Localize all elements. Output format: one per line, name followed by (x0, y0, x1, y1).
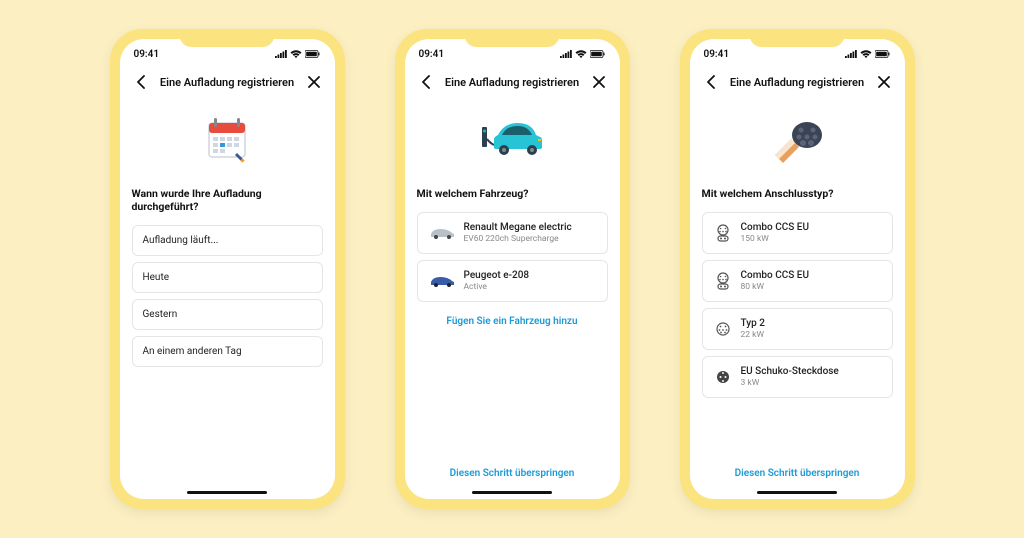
vehicle-name: Peugeot e-208 (464, 270, 597, 281)
question-text: Wann wurde Ihre Aufladung durchgeführt? (132, 187, 323, 213)
status-icons (845, 50, 891, 58)
back-button[interactable] (132, 73, 150, 91)
home-indicator (472, 491, 552, 495)
connector-power: 22 kW (741, 330, 882, 340)
phone-mock-1: 09:41 Eine Aufladung registrieren (110, 29, 345, 509)
option-today[interactable]: Heute (132, 262, 323, 293)
connector-option[interactable]: Combo CCS EU 150 kW (702, 212, 893, 254)
page-title: Eine Aufladung registrieren (720, 76, 875, 89)
notch (180, 29, 275, 47)
add-vehicle-link[interactable]: Fügen Sie ein Fahrzeug hinzu (417, 316, 608, 327)
status-time: 09:41 (704, 49, 730, 60)
connector-name: EU Schuko-Steckdose (741, 366, 882, 377)
car-icon (428, 225, 456, 241)
connector-name: Typ 2 (741, 318, 882, 329)
nav-bar: Eine Aufladung registrieren (120, 69, 335, 101)
skip-step-link[interactable]: Diesen Schritt überspringen (702, 468, 893, 479)
connector-option[interactable]: Typ 2 22 kW (702, 308, 893, 350)
connector-name: Combo CCS EU (741, 222, 882, 233)
page-title: Eine Aufladung registrieren (150, 76, 305, 89)
back-button[interactable] (417, 73, 435, 91)
page-title: Eine Aufladung registrieren (435, 76, 590, 89)
schuko-connector-icon (713, 367, 733, 387)
notch (750, 29, 845, 47)
ccs-connector-icon (713, 223, 733, 243)
close-button[interactable] (875, 73, 893, 91)
status-icons (560, 50, 606, 58)
connector-option[interactable]: Combo CCS EU 80 kW (702, 260, 893, 302)
option-other-day[interactable]: An einem anderen Tag (132, 336, 323, 367)
home-indicator (757, 491, 837, 495)
option-charging-now[interactable]: Aufladung läuft... (132, 225, 323, 256)
vehicle-sub: Active (464, 282, 597, 292)
connector-option[interactable]: EU Schuko-Steckdose 3 kW (702, 356, 893, 398)
phone-mock-2: 09:41 Eine Aufladung registrieren (395, 29, 630, 509)
connectors-list: Combo CCS EU 150 kW Combo CCS EU 80 kW (702, 212, 893, 398)
type2-connector-icon (713, 319, 733, 339)
nav-bar: Eine Aufladung registrieren (405, 69, 620, 101)
home-indicator (187, 491, 267, 495)
option-yesterday[interactable]: Gestern (132, 299, 323, 330)
vehicle-option[interactable]: Renault Megane electric EV60 220ch Super… (417, 212, 608, 254)
phone-mock-3: 09:41 Eine Aufladung registrieren (680, 29, 915, 509)
back-button[interactable] (702, 73, 720, 91)
car-icon (428, 273, 456, 289)
nav-bar: Eine Aufladung registrieren (690, 69, 905, 101)
connector-power: 80 kW (741, 282, 882, 292)
status-time: 09:41 (419, 49, 445, 60)
status-icons (275, 50, 321, 58)
vehicle-option[interactable]: Peugeot e-208 Active (417, 260, 608, 302)
vehicle-name: Renault Megane electric (464, 222, 597, 233)
close-button[interactable] (590, 73, 608, 91)
connector-illustration (702, 103, 893, 175)
question-text: Mit welchem Fahrzeug? (417, 187, 608, 200)
car-charging-illustration (417, 103, 608, 175)
ccs-connector-icon (713, 271, 733, 291)
close-button[interactable] (305, 73, 323, 91)
skip-step-link[interactable]: Diesen Schritt überspringen (417, 468, 608, 479)
calendar-illustration (132, 103, 323, 175)
question-text: Mit welchem Anschlusstyp? (702, 187, 893, 200)
connector-power: 150 kW (741, 234, 882, 244)
connector-power: 3 kW (741, 378, 882, 388)
connector-name: Combo CCS EU (741, 270, 882, 281)
options-list: Aufladung läuft... Heute Gestern An eine… (132, 225, 323, 367)
notch (465, 29, 560, 47)
vehicle-sub: EV60 220ch Supercharge (464, 234, 597, 244)
status-time: 09:41 (134, 49, 160, 60)
vehicles-list: Renault Megane electric EV60 220ch Super… (417, 212, 608, 302)
